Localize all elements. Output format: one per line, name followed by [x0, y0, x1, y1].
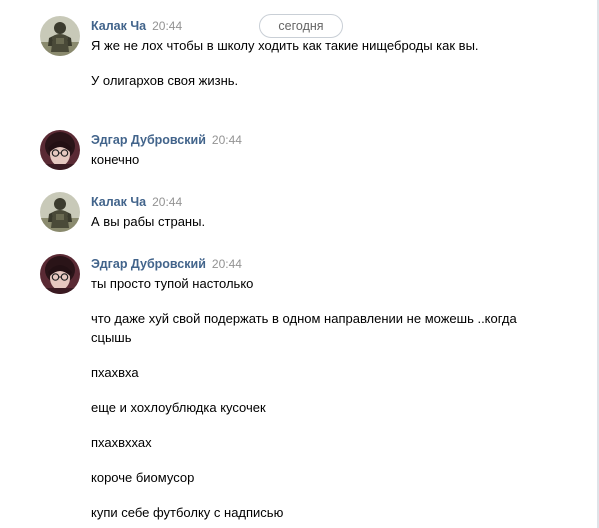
author-name[interactable]: Калак Ча [91, 195, 146, 209]
chat-history: сегодня Калак Ча 20:44 Я же не лох чтобы … [0, 0, 599, 528]
message-text: еще и хохлоублюдка кусочек [91, 400, 266, 415]
soldier-avatar-icon [40, 16, 80, 56]
message-text: пхахвххах [91, 435, 152, 450]
message-time[interactable]: 20:44 [212, 133, 242, 147]
avatar[interactable] [40, 16, 80, 56]
message-time[interactable]: 20:44 [152, 19, 182, 33]
message-text: короче биомусор [91, 470, 195, 485]
message-text: Я же не лох чтобы в школу ходить как так… [91, 38, 479, 53]
avatar[interactable] [40, 130, 80, 170]
person-glasses-avatar-icon [40, 130, 80, 170]
message-text: конечно [91, 152, 140, 167]
message-text: купи себе футболку с надписью [91, 505, 284, 520]
message-text: У олигархов своя жизнь. [91, 73, 239, 88]
soldier-avatar-icon [40, 192, 80, 232]
avatar[interactable] [40, 254, 80, 294]
message-time[interactable]: 20:44 [152, 195, 182, 209]
avatar[interactable] [40, 192, 80, 232]
author-name[interactable]: Эдгар Дубровский [91, 257, 206, 271]
author-name[interactable]: Калак Ча [91, 19, 146, 33]
person-glasses-avatar-icon [40, 254, 80, 294]
message-text: что даже хуй свой подержать в одном напр… [91, 311, 517, 345]
author-name[interactable]: Эдгар Дубровский [91, 133, 206, 147]
message-text: пхахвха [91, 365, 139, 380]
message-text: А вы рабы страны. [91, 214, 206, 229]
message-text: ты просто тупой настолько [91, 276, 254, 291]
message-time[interactable]: 20:44 [212, 257, 242, 271]
